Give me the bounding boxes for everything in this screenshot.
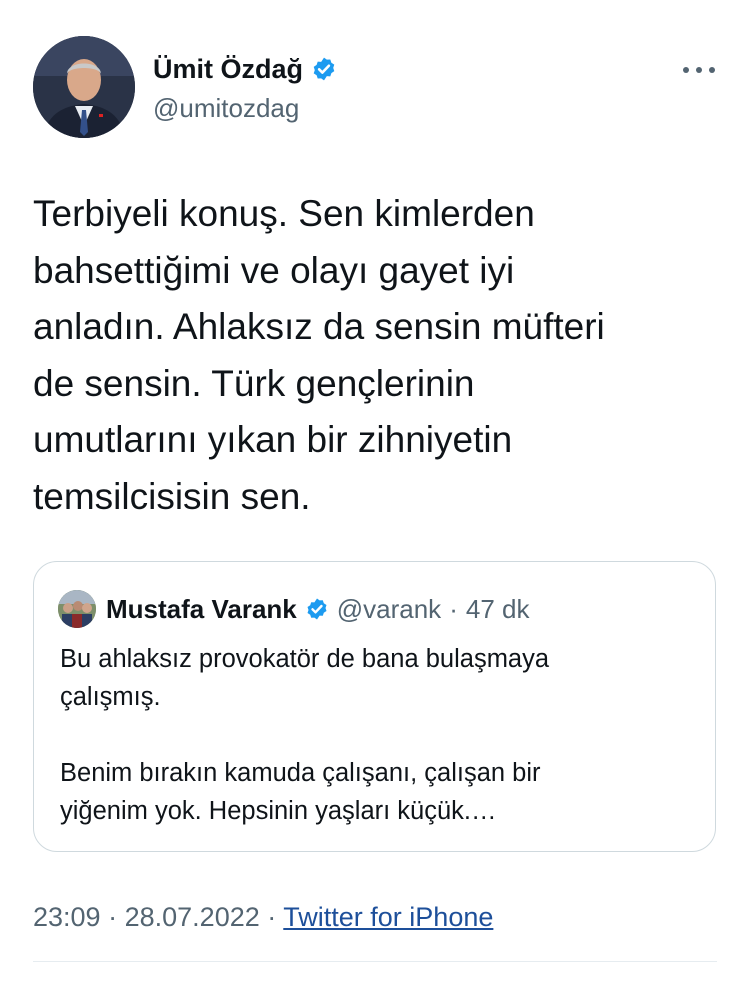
separator-dot: ·	[267, 902, 277, 932]
separator-dot: ·	[449, 593, 458, 624]
quoted-author-avatar[interactable]	[58, 590, 96, 628]
dot	[696, 67, 702, 73]
quoted-tweet-header: Mustafa Varank @varank · 47 dk	[58, 590, 529, 628]
quoted-line: Benim bırakın kamuda çalışanı, çalışan b…	[60, 759, 541, 787]
verified-badge-icon	[313, 57, 335, 81]
quoted-line: yiğenim yok. Hepsinin yaşları küçük.…	[60, 797, 497, 825]
quoted-author-name[interactable]: Mustafa Varank	[106, 594, 297, 625]
more-options-icon[interactable]	[683, 56, 715, 84]
separator-dot: ·	[108, 902, 118, 932]
tweet-line: temsilcisisin sen.	[33, 475, 311, 517]
tweet-meta: 23:09 · 28.07.2022 · Twitter for iPhone	[33, 902, 493, 933]
quoted-tweet-text: Bu ahlaksız provokatör de bana bulaşmaya…	[60, 640, 700, 830]
tweet-time[interactable]: 23:09	[33, 902, 101, 932]
dot	[683, 67, 689, 73]
tweet-line: bahsettiğimi ve olayı gayet iyi	[33, 249, 515, 291]
author-name[interactable]: Ümit Özdağ	[153, 53, 303, 85]
tweet-text: Terbiyeli konuş. Sen kimlerden bahsettiğ…	[33, 186, 723, 525]
verified-badge-icon	[307, 598, 327, 620]
tweet-line: de sensin. Türk gençlerinin	[33, 362, 475, 404]
tweet-date[interactable]: 28.07.2022	[125, 902, 260, 932]
profile-photo	[33, 36, 135, 138]
quoted-tweet[interactable]: Mustafa Varank @varank · 47 dk Bu ahlaks…	[33, 561, 716, 852]
profile-photo	[58, 590, 96, 628]
quoted-tweet-time[interactable]: 47 dk	[466, 594, 530, 625]
dot	[709, 67, 715, 73]
tweet-line: anladın. Ahlaksız da sensin müfteri	[33, 306, 605, 347]
quoted-line: Bu ahlaksız provokatör de bana bulaşmaya	[60, 645, 550, 673]
tweet-line: Terbiyeli konuş. Sen kimlerden	[33, 193, 535, 234]
author-handle[interactable]: @umitozdag	[153, 93, 299, 123]
quoted-line: çalışmış.	[60, 683, 161, 711]
tweet-source-link[interactable]: Twitter for iPhone	[283, 902, 493, 932]
divider	[33, 961, 717, 962]
quoted-author-handle[interactable]: @varank	[337, 594, 441, 625]
author-name-row[interactable]: Ümit Özdağ	[153, 53, 337, 85]
author-avatar[interactable]	[33, 36, 135, 138]
tweet-line: umutlarını yıkan bir zihniyetin	[33, 419, 513, 460]
